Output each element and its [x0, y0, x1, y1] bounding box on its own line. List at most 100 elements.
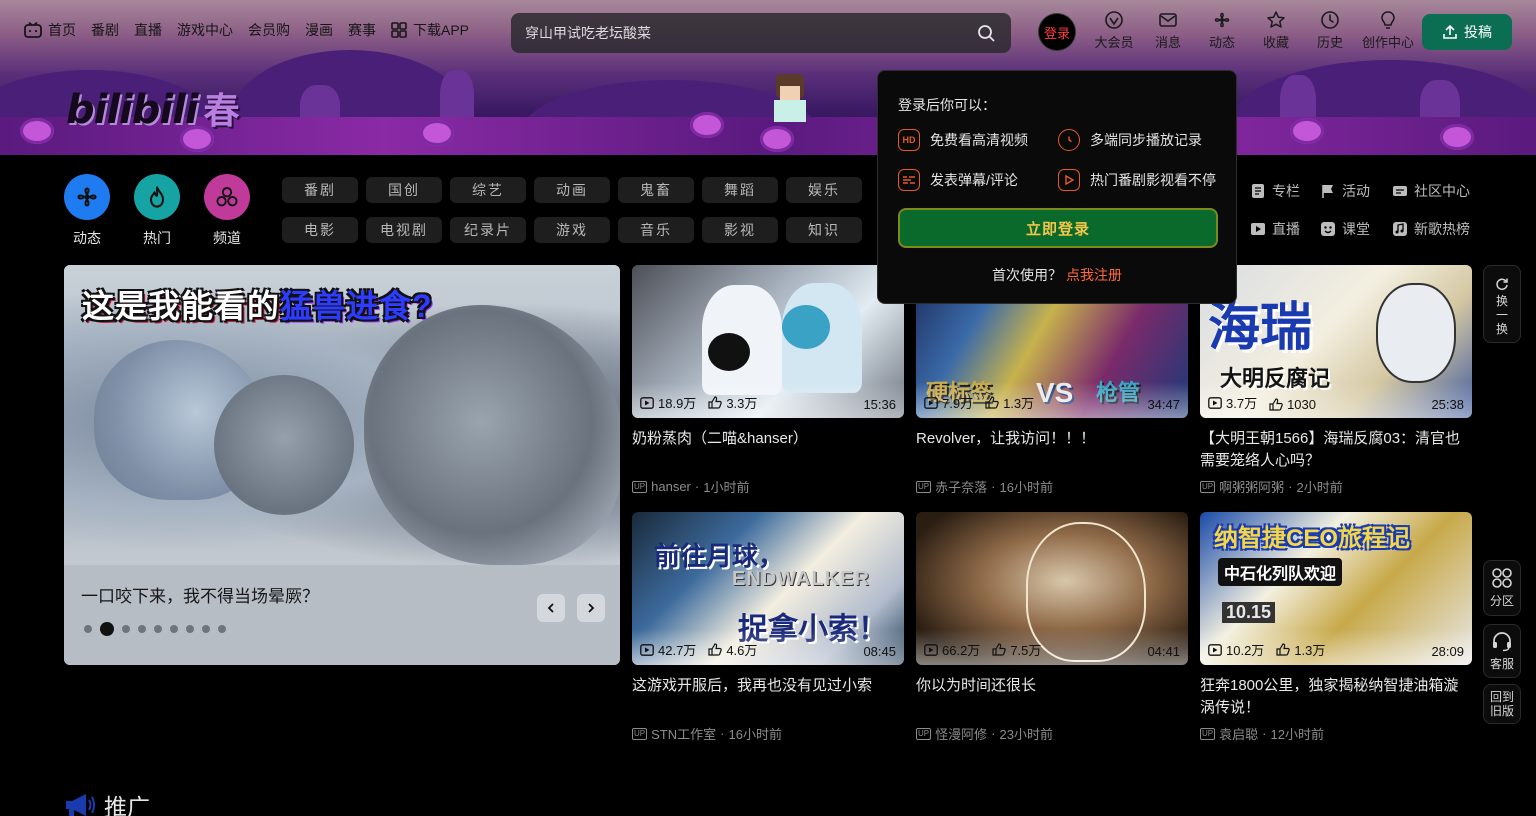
nav-download-app[interactable]: 下载APP	[391, 20, 469, 40]
quicklink-community[interactable]: 社区中心	[1392, 181, 1502, 201]
carousel-dot[interactable]	[186, 625, 194, 633]
nav-manga[interactable]: 漫画	[305, 20, 333, 40]
quicklink-live[interactable]: 直播	[1250, 219, 1320, 239]
video-card[interactable]: 前往月球， ENDWALKER 捉拿小索！ 42.7万 4.6万 08:45 这…	[632, 512, 904, 743]
category-chip[interactable]: 电视剧	[366, 217, 442, 243]
shortcut-dynamics-circle	[64, 174, 110, 220]
nav-messages[interactable]: 消息	[1141, 10, 1195, 51]
carousel-dot[interactable]	[218, 625, 226, 633]
video-meta[interactable]: UP hanser · 1小时前	[632, 477, 904, 496]
video-author[interactable]: 赤子奈落	[935, 477, 987, 496]
nav-game-center[interactable]: 游戏中心	[177, 20, 233, 40]
category-chip[interactable]: 音乐	[618, 217, 694, 243]
carousel-dot[interactable]	[84, 625, 92, 633]
video-meta[interactable]: UP STN工作室 · 16小时前	[632, 724, 904, 743]
nav-esports[interactable]: 赛事	[348, 20, 376, 40]
category-chip[interactable]: 鬼畜	[618, 177, 694, 203]
customer-service-button[interactable]: 客服	[1483, 624, 1521, 678]
video-title[interactable]: Revolver，让我访问！！！	[916, 428, 1188, 472]
video-card[interactable]: 纳智捷CEO旅程记 中石化列队欢迎 10.15 10.2万 1.3万 28:09…	[1200, 512, 1472, 743]
video-card[interactable]: 海瑞 大明反腐记 3.7万 1030 25:38 【大明王朝1566】海瑞反腐0…	[1200, 265, 1472, 496]
video-title[interactable]: 这游戏开服后，我再也没有见过小索	[632, 675, 904, 719]
video-thumbnail[interactable]: 66.2万 7.5万 04:41	[916, 512, 1188, 665]
video-title[interactable]: 【大明王朝1566】海瑞反腐03：清官也需要笼络人心吗？	[1200, 428, 1472, 472]
login-avatar-button[interactable]: 登录	[1039, 14, 1075, 50]
hd-icon: HD	[898, 129, 920, 151]
nav-creator-center[interactable]: 创作中心	[1357, 10, 1419, 51]
video-thumbnail[interactable]: 前往月球， ENDWALKER 捉拿小索！ 42.7万 4.6万 08:45	[632, 512, 904, 665]
category-chip[interactable]: 娱乐	[786, 177, 862, 203]
quicklink-label: 活动	[1342, 183, 1370, 199]
carousel-caption[interactable]: 一口咬下来，我不得当场晕厥？	[81, 582, 319, 607]
quicklink-classroom[interactable]: 课堂	[1320, 219, 1392, 239]
popup-login-button[interactable]: 立即登录	[898, 208, 1218, 248]
carousel-dot[interactable]	[154, 625, 162, 633]
category-chip[interactable]: 游戏	[534, 217, 610, 243]
nav-vip-shop[interactable]: 会员购	[248, 20, 290, 40]
video-thumbnail[interactable]: 海瑞 大明反腐记 3.7万 1030 25:38	[1200, 265, 1472, 418]
video-title[interactable]: 你以为时间还很长	[916, 675, 1188, 719]
quicklink-new-songs[interactable]: 新歌热榜	[1392, 219, 1502, 239]
view-count: 42.7万	[658, 643, 697, 658]
video-author[interactable]: STN工作室	[651, 724, 716, 743]
carousel-dot[interactable]	[138, 625, 146, 633]
nav-big-vip[interactable]: 大会员	[1087, 10, 1141, 51]
carousel-next-button[interactable]	[577, 594, 605, 622]
video-author[interactable]: 袁启聪	[1219, 724, 1258, 743]
nav-bangumi[interactable]: 番剧	[91, 20, 119, 40]
old-version-button[interactable]: 回到旧版	[1483, 684, 1521, 724]
like-count: 3.3万	[726, 396, 758, 411]
upload-button[interactable]: 投稿	[1422, 14, 1512, 50]
video-card[interactable]: 18.9万 3.3万 15:36 奶粉蒸肉（二喵&hanser） UP hanse…	[632, 265, 904, 496]
category-chip[interactable]: 电影	[282, 217, 358, 243]
bilibili-logo[interactable]: bilibili 春	[66, 82, 240, 134]
nav-dynamics[interactable]: 动态	[1195, 10, 1249, 51]
carousel-dot[interactable]	[122, 625, 130, 633]
video-meta[interactable]: UP 怪漫阿修 · 23小时前	[916, 724, 1188, 743]
carousel-dot[interactable]	[170, 625, 178, 633]
category-chip[interactable]: 影视	[702, 217, 778, 243]
carousel-image[interactable]: 这是我能看的猛兽进食?	[64, 265, 620, 575]
category-chip[interactable]: 纪录片	[450, 217, 526, 243]
shortcut-hot[interactable]: 热门	[134, 174, 180, 248]
search-button[interactable]	[975, 22, 997, 44]
nav-live[interactable]: 直播	[134, 20, 162, 40]
shortcut-dynamics[interactable]: 动态	[64, 174, 110, 248]
thumbs-up-icon	[1269, 398, 1283, 411]
video-thumbnail[interactable]: 18.9万 3.3万 15:36	[632, 265, 904, 418]
partition-button[interactable]: 分区	[1483, 560, 1521, 616]
category-chip[interactable]: 国创	[366, 177, 442, 203]
video-duration: 04:41	[1147, 644, 1180, 659]
video-card[interactable]: 66.2万 7.5万 04:41 你以为时间还很长 UP 怪漫阿修 · 23小时前	[916, 512, 1188, 743]
video-author[interactable]: 怪漫阿修	[935, 724, 987, 743]
video-meta[interactable]: UP 赤子奈落 · 16小时前	[916, 477, 1188, 496]
category-chip[interactable]: 综艺	[450, 177, 526, 203]
video-title[interactable]: 狂奔1800公里，独家揭秘纳智捷油箱漩涡传说！	[1200, 675, 1472, 719]
video-title[interactable]: 奶粉蒸肉（二喵&hanser）	[632, 428, 904, 472]
category-chip[interactable]: 动画	[534, 177, 610, 203]
register-link[interactable]: 点我注册	[1066, 267, 1122, 283]
quicklink-column[interactable]: 专栏	[1250, 181, 1320, 201]
meta-separator: ·	[694, 479, 700, 494]
featured-carousel[interactable]: 这是我能看的猛兽进食? 一口咬下来，我不得当场晕厥？	[64, 265, 620, 665]
refresh-feed-button[interactable]: 换一换	[1483, 265, 1521, 343]
category-chip[interactable]: 番剧	[282, 177, 358, 203]
view-count: 7.9万	[942, 396, 974, 411]
nav-history[interactable]: 历史	[1303, 10, 1357, 51]
nav-favorites[interactable]: 收藏	[1249, 10, 1303, 51]
quicklink-activity[interactable]: 活动	[1320, 181, 1392, 201]
video-author[interactable]: 啊粥粥阿粥	[1219, 477, 1284, 496]
carousel-prev-button[interactable]	[537, 594, 565, 622]
shortcut-channels[interactable]: 频道	[204, 174, 250, 248]
search-input[interactable]	[525, 17, 975, 49]
video-meta[interactable]: UP 啊粥粥阿粥 · 2小时前	[1200, 477, 1472, 496]
video-author[interactable]: hanser	[651, 479, 691, 494]
carousel-dots	[84, 622, 226, 636]
carousel-dot[interactable]	[202, 625, 210, 633]
video-thumbnail[interactable]: 纳智捷CEO旅程记 中石化列队欢迎 10.15 10.2万 1.3万 28:09	[1200, 512, 1472, 665]
nav-home[interactable]: 首页	[24, 20, 76, 40]
carousel-dot-active[interactable]	[100, 622, 114, 636]
video-meta[interactable]: UP 袁启聪 · 12小时前	[1200, 724, 1472, 743]
category-chip[interactable]: 知识	[786, 217, 862, 243]
category-chip[interactable]: 舞蹈	[702, 177, 778, 203]
